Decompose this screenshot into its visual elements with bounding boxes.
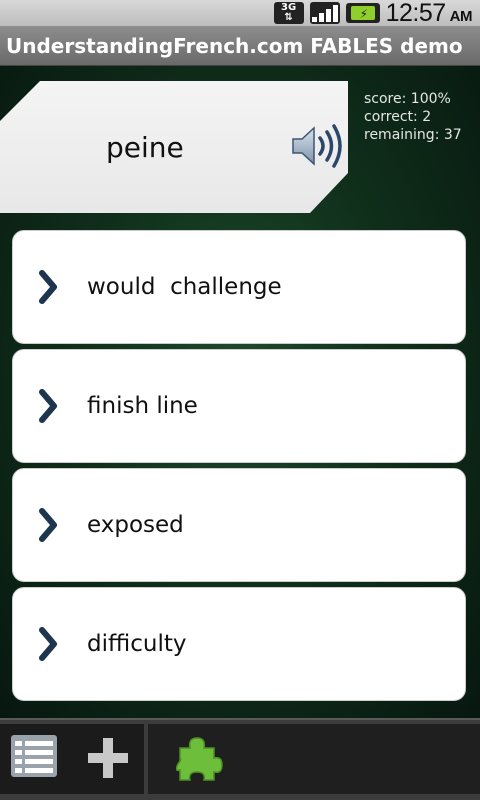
answer-label: would challenge bbox=[87, 274, 282, 300]
answer-list: would challenge finish line exposed diff… bbox=[12, 230, 466, 706]
toolbar-right-group bbox=[148, 724, 480, 794]
remaining-count: remaining: 37 bbox=[364, 127, 462, 143]
answer-label: exposed bbox=[87, 512, 184, 538]
answer-option[interactable]: finish line bbox=[12, 349, 466, 463]
status-bar: 3G ⇅ ⚡ 12:57 AM bbox=[0, 0, 480, 28]
correct-count: correct: 2 bbox=[364, 109, 432, 125]
list-icon[interactable] bbox=[10, 734, 60, 780]
bottom-toolbar bbox=[0, 718, 480, 800]
chevron-right-icon bbox=[39, 627, 57, 661]
puzzle-icon[interactable] bbox=[176, 734, 224, 782]
signal-strength-icon bbox=[309, 2, 340, 24]
network-3g-icon: 3G ⇅ bbox=[273, 2, 304, 24]
clock: 12:57 AM bbox=[385, 0, 473, 28]
answer-label: difficulty bbox=[87, 631, 187, 657]
toolbar-left-group bbox=[0, 724, 144, 794]
chevron-right-icon bbox=[39, 270, 57, 304]
app-title-bar: UnderstandingFrench.com FABLES demo bbox=[0, 26, 480, 66]
plus-icon[interactable] bbox=[86, 736, 130, 780]
battery-charging-icon: ⚡ bbox=[345, 3, 380, 23]
clock-ampm: AM bbox=[449, 7, 473, 25]
speaker-icon[interactable] bbox=[290, 121, 346, 171]
answer-option[interactable]: difficulty bbox=[12, 587, 466, 701]
chevron-right-icon bbox=[39, 508, 57, 542]
word-card: peine bbox=[0, 81, 348, 213]
chevron-right-icon bbox=[39, 389, 57, 423]
quiz-area: peine score: 100% correct: 2 remaining: … bbox=[0, 66, 480, 718]
quiz-word: peine bbox=[106, 131, 184, 164]
score-percent: score: 100% bbox=[364, 91, 451, 107]
clock-time: 12:57 bbox=[385, 0, 447, 27]
answer-option[interactable]: would challenge bbox=[12, 230, 466, 344]
answer-label: finish line bbox=[87, 393, 198, 419]
app-title: UnderstandingFrench.com FABLES demo bbox=[6, 33, 463, 58]
score-panel: score: 100% correct: 2 remaining: 37 bbox=[364, 90, 462, 144]
answer-option[interactable]: exposed bbox=[12, 468, 466, 582]
